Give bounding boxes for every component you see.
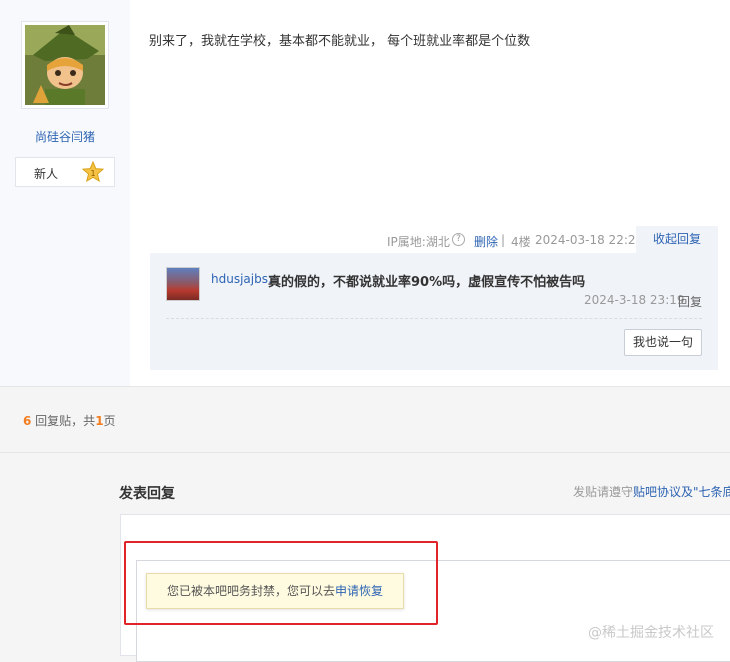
post-time: 2024-03-18 22:23 xyxy=(535,233,644,247)
ip-location: IP属地:湖北 xyxy=(387,235,450,249)
post-floor: 尚硅谷闫猪 新人 1 别来了，我就在学校，基本都不能就业， 每个班就业率都是个位… xyxy=(0,0,730,386)
sub-reply-area: hdusjajbs: 真的假的，不都说就业率90%吗，虚假宣传不怕被告吗 202… xyxy=(150,253,718,370)
collapse-replies-button[interactable]: 收起回复 xyxy=(636,226,718,253)
divider xyxy=(166,318,702,319)
author-column: 尚硅谷闫猪 新人 1 xyxy=(0,0,130,386)
level-badge[interactable]: 新人 1 xyxy=(15,157,115,187)
post-content: 别来了，我就在学校，基本都不能就业， 每个班就业率都是个位数 xyxy=(149,34,531,49)
reply-count: 6 回复贴，共1页 xyxy=(23,412,116,429)
sub-reply-avatar[interactable] xyxy=(166,267,200,301)
author-name[interactable]: 尚硅谷闫猪 xyxy=(0,128,130,145)
compose-notice: 发贴请遵守贴吧协议及"七条底 xyxy=(573,483,730,500)
compose-title: 发表回复 xyxy=(119,486,175,502)
page-count-number: 1 xyxy=(95,414,104,428)
sub-reply-reply-link[interactable]: 回复 xyxy=(678,293,702,310)
pager: 6 回复贴，共1页 xyxy=(0,386,730,452)
star-icon: 1 xyxy=(82,161,104,183)
level-label: 新人 xyxy=(34,167,59,181)
sub-reply-text: 真的假的，不都说就业率90%吗，虚假宣传不怕被告吗 xyxy=(268,275,586,290)
floor-number: 4楼 xyxy=(511,235,531,249)
reply-count-text: 回复贴，共 xyxy=(31,414,96,428)
sub-reply-time: 2024-3-18 23:19 xyxy=(584,293,685,307)
sub-reply-username[interactable]: hdusjajbs: xyxy=(211,272,272,286)
say-something-button[interactable]: 我也说一句 xyxy=(624,329,702,356)
level-number: 1 xyxy=(90,169,95,178)
help-icon[interactable]: ? xyxy=(452,233,465,246)
highlight-box xyxy=(124,541,438,625)
rules-link[interactable]: 及"七条底 xyxy=(681,485,730,499)
delete-link[interactable]: 删除 xyxy=(474,233,498,250)
avatar[interactable] xyxy=(21,21,109,109)
notice-prefix: 发贴请遵守 xyxy=(573,485,634,499)
separator: | xyxy=(501,233,506,247)
agreement-link[interactable]: 贴吧协议 xyxy=(633,485,681,499)
watermark: @稀土掘金技术社区 xyxy=(588,625,714,641)
page-count-text: 页 xyxy=(103,414,116,428)
avatar-image xyxy=(25,25,105,105)
